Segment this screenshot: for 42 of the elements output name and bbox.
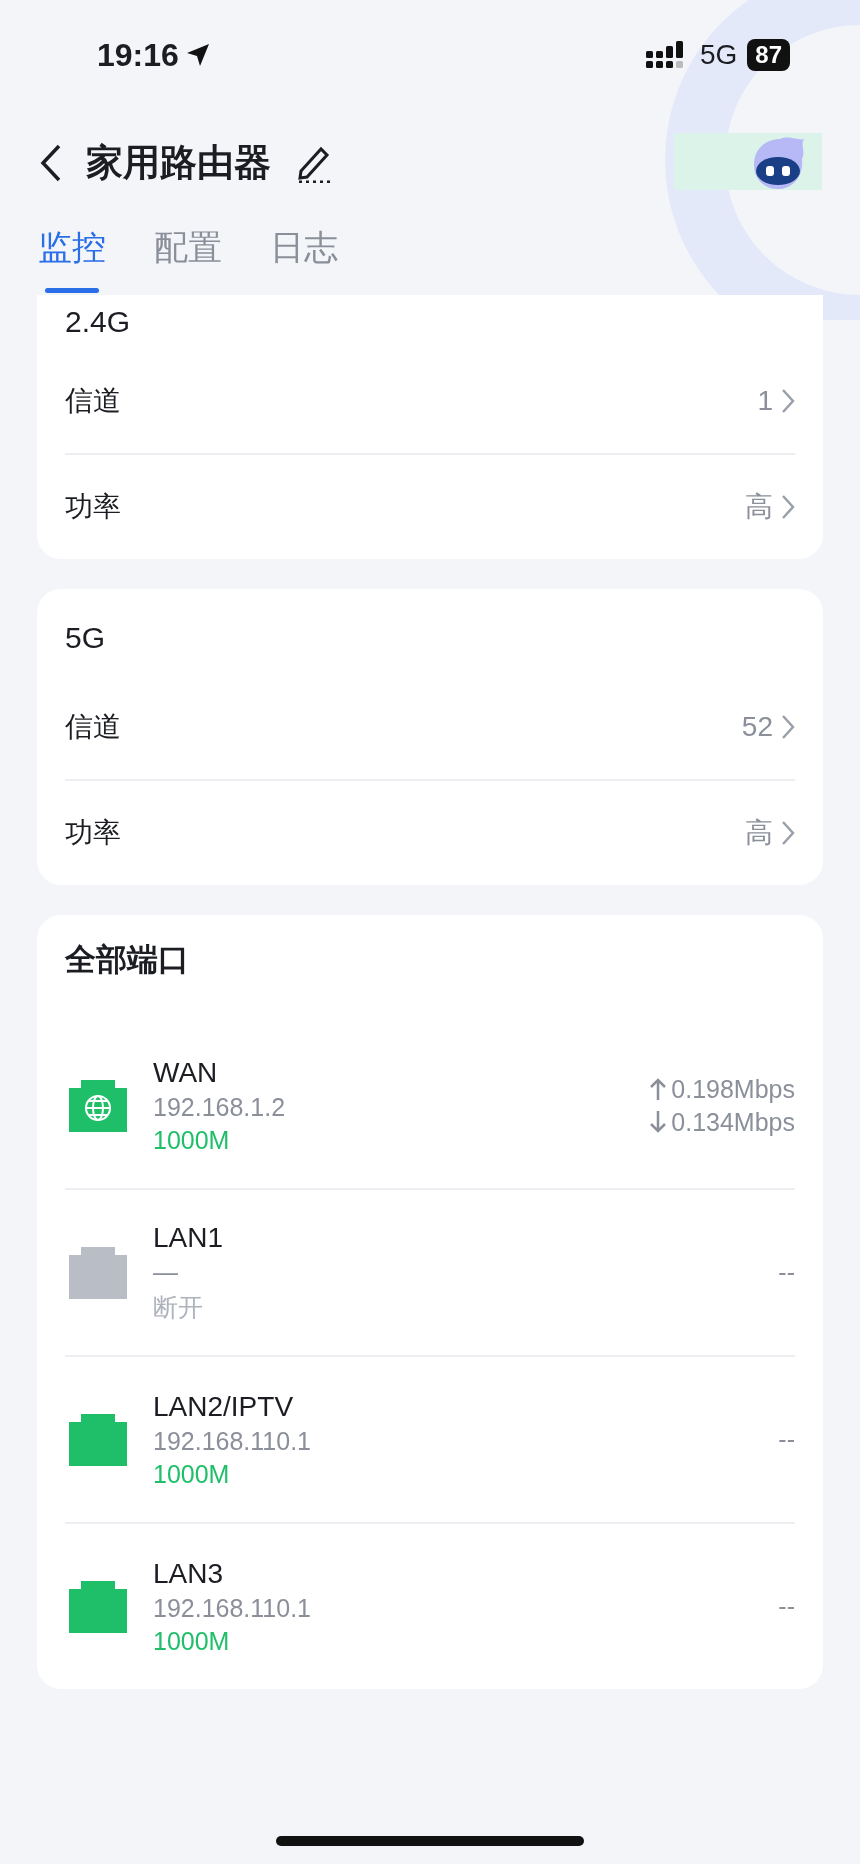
tab[interactable]: 配置 bbox=[154, 215, 222, 295]
tab[interactable]: 监控 bbox=[38, 215, 106, 295]
port-status: 1000M bbox=[153, 1459, 231, 1489]
page-title: 家用路由器 bbox=[86, 140, 271, 185]
port-ip: 192.168.110.1 bbox=[153, 1426, 312, 1456]
port-ip: 192.168.110.1 bbox=[153, 1593, 312, 1623]
port-name: LAN2/IPTV bbox=[153, 1390, 295, 1423]
port-ip: — bbox=[153, 1257, 179, 1287]
chevron-icon bbox=[781, 820, 795, 846]
setting-label: 功率 bbox=[65, 490, 121, 524]
download-arrow-icon bbox=[649, 1110, 668, 1134]
upload-rate: 0.198Mbps bbox=[671, 1074, 795, 1104]
setting-value[interactable]: 52 bbox=[741, 711, 773, 743]
port-status: 1000M bbox=[153, 1626, 231, 1656]
traffic-rate: -- bbox=[778, 1592, 795, 1621]
port-name: LAN1 bbox=[153, 1221, 224, 1254]
port-name: WAN bbox=[153, 1056, 219, 1089]
network-type: 5G bbox=[699, 39, 738, 71]
chevron-icon bbox=[781, 714, 795, 740]
card-title: 2.4G bbox=[65, 305, 131, 338]
tab[interactable]: 日志 bbox=[270, 215, 338, 295]
port-name: LAN3 bbox=[153, 1557, 225, 1590]
port-status: 1000M bbox=[153, 1125, 231, 1155]
download-rate: 0.134Mbps bbox=[671, 1107, 795, 1137]
traffic-rate: -- bbox=[778, 1425, 795, 1454]
traffic-rate: -- bbox=[778, 1258, 795, 1287]
chevron-icon bbox=[781, 494, 795, 520]
setting-value[interactable]: 高 bbox=[745, 814, 773, 852]
status-time: 19:16 bbox=[97, 36, 179, 74]
port-status: 断开 bbox=[153, 1291, 204, 1323]
setting-label: 信道 bbox=[65, 384, 121, 418]
upload-arrow-icon bbox=[649, 1077, 668, 1101]
battery-indicator: 87 bbox=[747, 39, 790, 71]
setting-value[interactable]: 1 bbox=[757, 385, 773, 417]
setting-label: 信道 bbox=[65, 710, 121, 744]
card-title: 全部端口 bbox=[65, 942, 189, 977]
port-ip: 192.168.1.2 bbox=[153, 1092, 286, 1122]
card-title: 5G bbox=[65, 621, 106, 654]
chevron-icon bbox=[781, 388, 795, 414]
setting-value[interactable]: 高 bbox=[745, 488, 773, 526]
setting-label: 功率 bbox=[65, 816, 121, 850]
back-icon[interactable] bbox=[40, 143, 62, 182]
